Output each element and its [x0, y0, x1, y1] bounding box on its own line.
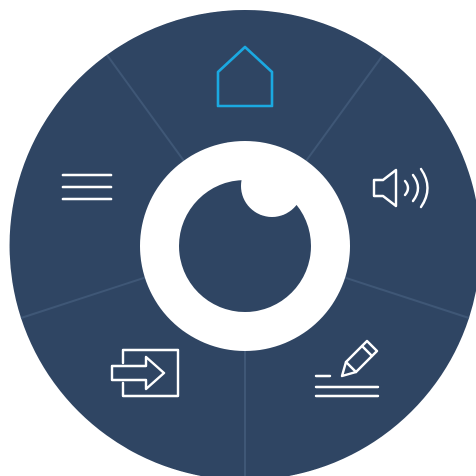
radial-menu-wheel	[9, 10, 476, 476]
center-hub-button[interactable]	[140, 141, 350, 351]
radial-menu	[0, 0, 476, 476]
